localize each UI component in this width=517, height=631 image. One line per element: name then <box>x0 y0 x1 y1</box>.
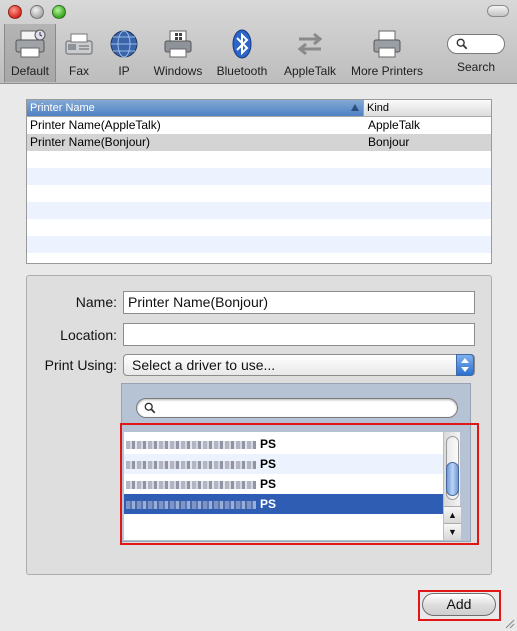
printer-kind-cell: Bonjour <box>368 135 410 149</box>
minimize-window-button[interactable] <box>30 5 44 19</box>
search-icon <box>144 402 156 414</box>
toolbar-default[interactable]: Default <box>4 24 56 82</box>
empty-row <box>27 202 491 219</box>
printer-name-cell: Printer Name(Bonjour) <box>30 135 151 149</box>
toolbar-ip[interactable]: IP <box>104 24 144 82</box>
toolbar-appletalk[interactable]: AppleTalk <box>278 24 342 82</box>
printer-kind-cell: AppleTalk <box>368 118 421 132</box>
empty-row <box>27 236 491 253</box>
print-using-value: Select a driver to use... <box>132 357 276 373</box>
sort-ascending-icon <box>351 104 359 111</box>
printer-default-icon <box>15 29 46 58</box>
print-using-popup[interactable]: Select a driver to use... <box>123 354 475 376</box>
printer-list[interactable]: Printer Name Kind Printer Name(AppleTalk… <box>26 99 492 264</box>
printer-name-cell: Printer Name(AppleTalk) <box>30 118 161 132</box>
toolbar-fax[interactable]: Fax <box>60 24 98 82</box>
location-field[interactable] <box>123 323 475 346</box>
toolbar: Default Fax IP Windows Bluetooth AppleTa… <box>0 0 517 84</box>
close-window-button[interactable] <box>8 5 22 19</box>
windows-printer-icon <box>164 30 192 58</box>
column-header-kind[interactable]: Kind <box>364 100 491 116</box>
fax-icon <box>65 33 93 55</box>
toolbar-toggle-button[interactable] <box>487 5 509 17</box>
driver-search-input[interactable] <box>136 398 458 418</box>
driver-list-callout <box>120 423 479 545</box>
toolbar-search[interactable]: Search <box>444 24 508 82</box>
zoom-window-button[interactable] <box>52 5 66 19</box>
add-printer-window: Default Fax IP Windows Bluetooth AppleTa… <box>0 0 517 631</box>
empty-row <box>27 168 491 185</box>
name-label: Name: <box>75 294 117 310</box>
empty-row <box>27 253 491 263</box>
empty-row <box>27 219 491 236</box>
printer-list-header: Printer Name Kind <box>27 100 491 117</box>
toolbar-search-field[interactable] <box>447 34 505 54</box>
globe-icon <box>110 30 138 58</box>
name-field[interactable]: Printer Name(Bonjour) <box>123 291 475 314</box>
printer-icon <box>373 30 401 58</box>
search-icon <box>456 38 468 50</box>
toolbar-label: AppleTalk <box>283 64 337 78</box>
printer-row[interactable]: Printer Name(AppleTalk) AppleTalk <box>27 117 491 134</box>
popup-arrows-icon <box>456 354 474 376</box>
bluetooth-icon <box>232 29 252 59</box>
appletalk-arrows-icon <box>297 32 323 56</box>
empty-row <box>27 151 491 168</box>
toolbar-label: Bluetooth <box>216 64 268 78</box>
location-label: Location: <box>60 327 117 343</box>
toolbar-label: More Printers <box>350 64 424 78</box>
toolbar-more-printers[interactable]: More Printers <box>346 24 428 82</box>
column-header-label: Kind <box>367 102 390 114</box>
add-button[interactable]: Add <box>422 593 496 616</box>
toolbar-label: Fax <box>68 64 89 78</box>
print-using-label: Print Using: <box>44 357 117 373</box>
toolbar-label: Windows <box>153 64 203 78</box>
empty-row <box>27 185 491 202</box>
toolbar-label: Default <box>10 64 50 78</box>
column-header-printer-name[interactable]: Printer Name <box>27 100 364 116</box>
resize-grip-icon[interactable] <box>503 617 515 629</box>
toolbar-windows[interactable]: Windows <box>150 24 206 82</box>
column-header-label: Printer Name <box>30 102 95 114</box>
printer-row-selected[interactable]: Printer Name(Bonjour) Bonjour <box>27 134 491 151</box>
toolbar-bluetooth[interactable]: Bluetooth <box>212 24 272 82</box>
toolbar-label: IP <box>118 64 130 78</box>
toolbar-label: Search <box>456 60 496 74</box>
